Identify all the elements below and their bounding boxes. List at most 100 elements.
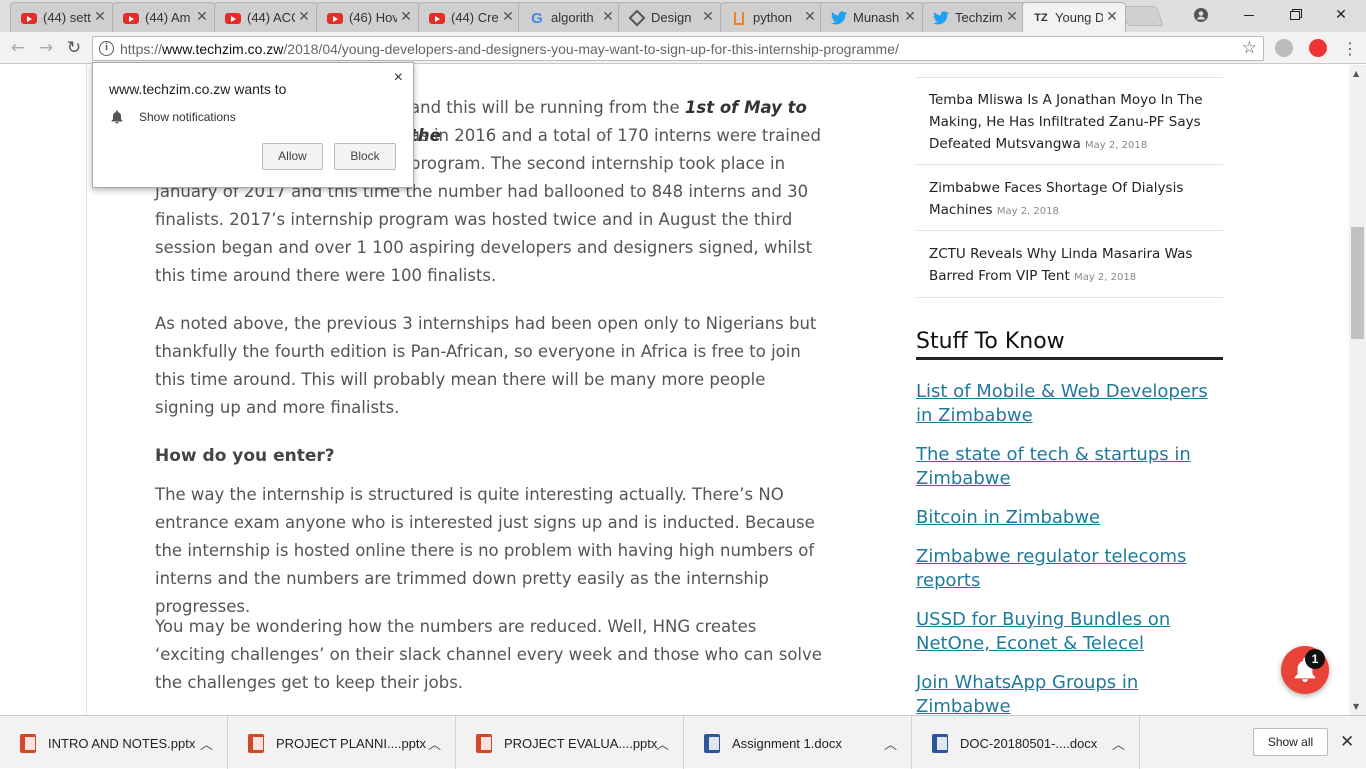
forward-arrow-icon[interactable]: → (36, 38, 56, 58)
address-url[interactable]: https://www.techzim.co.zw/2018/04/young-… (120, 41, 899, 57)
stuff-link[interactable]: USSD for Buying Bundles on NetOne, Econe… (916, 608, 1223, 656)
twitter-icon (831, 10, 847, 26)
news-date: May 2, 2018 (1074, 272, 1137, 283)
permission-label: Show notifications (139, 110, 236, 124)
close-tab-icon[interactable]: ✕ (701, 9, 715, 25)
tab-youtube-3[interactable]: (44) ACC ✕ (214, 2, 318, 32)
notification-count-badge: 1 (1305, 649, 1325, 669)
tab-design[interactable]: Design ✕ (618, 2, 722, 32)
stuff-link[interactable]: List of Mobile & Web Developers in Zimba… (916, 380, 1223, 428)
close-tab-icon[interactable]: ✕ (399, 9, 413, 25)
close-tab-icon[interactable]: ✕ (803, 9, 817, 25)
chevron-up-icon[interactable]: ︿ (200, 734, 213, 753)
word-file-icon (932, 734, 948, 753)
sidebar-news-item[interactable]: Zimbabwe Faces Shortage Of Dialysis Mach… (916, 177, 1223, 231)
tab-twitter-1[interactable]: Munash ✕ (820, 2, 924, 32)
tab-title: (44) Am (145, 10, 191, 25)
address-bar[interactable]: i https://www.techzim.co.zw/2018/04/youn… (92, 36, 1264, 61)
chevron-up-icon[interactable]: ︿ (428, 734, 441, 753)
stuff-link[interactable]: Join WhatsApp Groups in Zimbabwe (916, 671, 1236, 715)
tab-title: Techzim (955, 10, 1003, 25)
show-all-button[interactable]: Show all (1253, 728, 1328, 756)
close-tab-icon[interactable]: ✕ (903, 9, 917, 25)
download-item[interactable]: PROJECT PLANNI....pptx ︿ (228, 716, 456, 769)
download-filename: PROJECT PLANNI....pptx (276, 736, 427, 751)
download-filename: Assignment 1.docx (732, 736, 842, 751)
back-arrow-icon[interactable]: ← (8, 38, 28, 58)
close-tab-icon[interactable]: ✕ (501, 9, 515, 25)
downloads-bar: INTRO AND NOTES.pptx ︿ PROJECT PLANNI...… (0, 715, 1366, 769)
sidebar-news-item[interactable]: Temba Mliswa Is A Jonathan Moyo In The M… (916, 89, 1223, 165)
opera-extension-icon[interactable] (1309, 39, 1327, 57)
extension-icon[interactable] (1275, 39, 1293, 57)
tab-title: (46) Hov (349, 10, 397, 25)
close-tab-icon[interactable]: ✕ (1005, 9, 1019, 25)
close-window-icon[interactable]: ✕ (1318, 0, 1364, 30)
news-title-link[interactable]: ZCTU Reveals Why Linda Masarira Was Barr… (929, 246, 1192, 284)
download-item[interactable]: PROJECT EVALUA....pptx ︿ (456, 716, 684, 769)
sidebar-divider (916, 65, 1223, 78)
google-icon: G (531, 9, 543, 27)
profile-icon[interactable] (1178, 0, 1224, 30)
chevron-up-icon[interactable]: ︿ (1112, 734, 1125, 753)
close-tab-icon[interactable]: ✕ (297, 9, 311, 25)
block-button[interactable]: Block (334, 143, 396, 170)
sidebar-news-item[interactable]: ZCTU Reveals Why Linda Masarira Was Barr… (916, 243, 1223, 298)
chevron-up-icon[interactable]: ︿ (656, 734, 669, 753)
download-filename: PROJECT EVALUA....pptx (504, 736, 658, 751)
minimize-icon[interactable] (1226, 0, 1272, 30)
news-title-link[interactable]: Temba Mliswa Is A Jonathan Moyo In The M… (929, 92, 1203, 152)
design-icon (628, 9, 646, 27)
article-paragraph: The way the internship is structured is … (155, 485, 815, 616)
article-line: as in 2016 and a total of 170 interns we… (410, 126, 821, 145)
scrollbar-thumb[interactable] (1351, 227, 1364, 339)
reload-icon[interactable]: ↻ (64, 38, 84, 58)
browser-toolbar: ← → ↻ i https://www.techzim.co.zw/2018/0… (0, 32, 1366, 64)
close-tab-icon[interactable]: ✕ (195, 9, 209, 25)
scroll-up-icon[interactable]: ▲ (1353, 69, 1359, 78)
tab-youtube-5[interactable]: (44) Cre ✕ (418, 2, 522, 32)
close-tab-icon[interactable]: ✕ (601, 9, 615, 25)
page-scrollbar[interactable]: ▲ ▼ (1349, 65, 1366, 715)
download-item[interactable]: DOC-20180501-....docx ︿ (912, 716, 1140, 769)
tab-techzim-active[interactable]: TZ Young D ✕ (1022, 2, 1126, 32)
restore-icon[interactable] (1272, 0, 1318, 30)
news-date: May 2, 2018 (1085, 140, 1148, 151)
article-paragraph: As noted above, the previous 3 internshi… (155, 314, 817, 417)
scroll-down-icon[interactable]: ▼ (1353, 702, 1359, 711)
allow-button[interactable]: Allow (262, 143, 323, 170)
tab-youtube-1[interactable]: (44) sett ✕ (10, 2, 114, 32)
stuff-link[interactable]: Bitcoin in Zimbabwe (916, 506, 1223, 530)
tab-twitter-2[interactable]: Techzim ✕ (922, 2, 1026, 32)
info-icon[interactable]: i (99, 41, 114, 56)
stuff-link[interactable]: Zimbabwe regulator telecoms reports (916, 545, 1223, 593)
content-border (86, 65, 87, 715)
download-item[interactable]: Assignment 1.docx ︿ (684, 716, 912, 769)
new-tab-button[interactable] (1120, 6, 1164, 26)
twitter-icon (933, 10, 949, 26)
article-paragraph: You may be wondering how the numbers are… (155, 617, 822, 692)
youtube-icon (123, 10, 139, 26)
tab-youtube-4[interactable]: (46) Hov ✕ (316, 2, 420, 32)
download-filename: INTRO AND NOTES.pptx (48, 736, 196, 751)
close-tab-icon[interactable]: ✕ (1105, 9, 1119, 25)
close-icon[interactable]: × (394, 69, 403, 87)
techzim-icon: TZ (1034, 12, 1048, 24)
tab-title: (44) Cre (451, 10, 499, 25)
stuff-link[interactable]: The state of tech & startups in Zimbabwe (916, 443, 1223, 491)
tab-youtube-2[interactable]: (44) Am ✕ (112, 2, 216, 32)
download-item[interactable]: INTRO AND NOTES.pptx ︿ (0, 716, 228, 769)
tab-strip: (44) sett ✕ (44) Am ✕ (44) ACC ✕ (46) Ho… (0, 0, 1366, 32)
tab-title: (44) sett (43, 10, 91, 25)
menu-dots-icon[interactable]: ⋮ (1340, 38, 1360, 58)
tab-google[interactable]: G algorith ✕ (518, 2, 622, 32)
article-heading: How do you enter? (155, 446, 335, 466)
chevron-up-icon[interactable]: ︿ (884, 734, 897, 753)
news-date: May 2, 2018 (996, 206, 1059, 217)
bookmark-star-icon[interactable]: ☆ (1242, 38, 1257, 58)
close-tab-icon[interactable]: ✕ (93, 9, 107, 25)
youtube-icon (429, 10, 445, 26)
close-downloads-icon[interactable]: ✕ (1340, 732, 1354, 752)
article-paragraph: January of 2017 and this time the number… (155, 182, 813, 285)
tab-stackoverflow[interactable]: python ✕ (720, 2, 824, 32)
